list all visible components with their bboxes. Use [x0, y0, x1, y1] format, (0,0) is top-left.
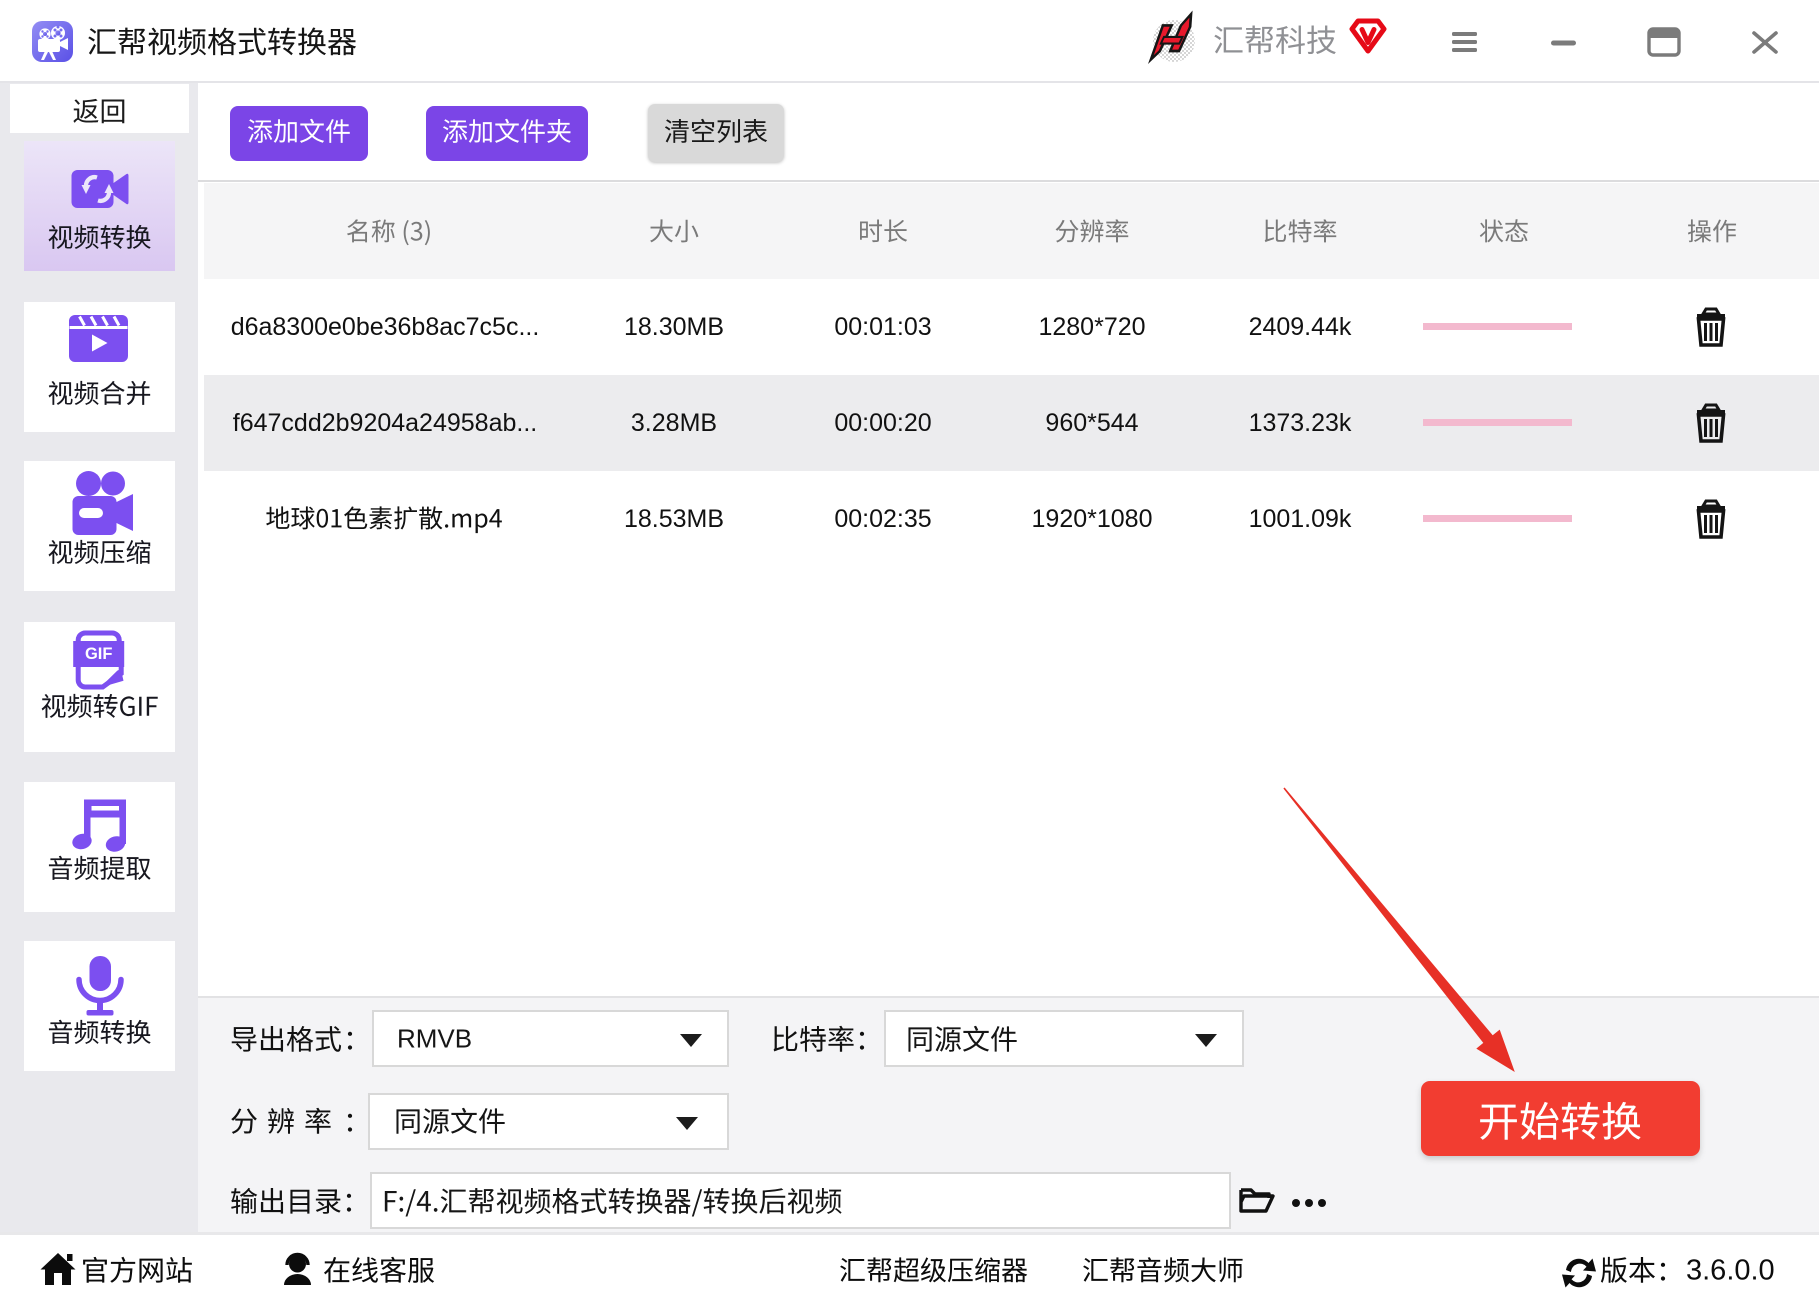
svg-text:GIF: GIF: [85, 645, 113, 663]
svg-text:00:02:35: 00:02:35: [834, 505, 931, 533]
svg-text:00:01:03: 00:01:03: [834, 313, 931, 341]
svg-text:1001.09k: 1001.09k: [1249, 505, 1352, 533]
svg-text:f647cdd2b9204a24958ab...: f647cdd2b9204a24958ab...: [233, 409, 537, 437]
svg-text:1373.23k: 1373.23k: [1249, 409, 1352, 437]
svg-text:1920*1080: 1920*1080: [1032, 505, 1153, 533]
svg-text:18.30MB: 18.30MB: [624, 313, 724, 341]
svg-text:1280*720: 1280*720: [1038, 313, 1145, 341]
svg-text:960*544: 960*544: [1045, 409, 1138, 437]
svg-text:d6a8300e0be36b8ac7c5c...: d6a8300e0be36b8ac7c5c...: [231, 313, 540, 341]
svg-text:3.28MB: 3.28MB: [631, 409, 717, 437]
svg-text:RMVB: RMVB: [397, 1024, 472, 1054]
svg-text:00:00:20: 00:00:20: [834, 409, 931, 437]
svg-text:18.53MB: 18.53MB: [624, 505, 724, 533]
svg-text:2409.44k: 2409.44k: [1249, 313, 1352, 341]
svg-text:3.6.0.0: 3.6.0.0: [1686, 1255, 1775, 1287]
